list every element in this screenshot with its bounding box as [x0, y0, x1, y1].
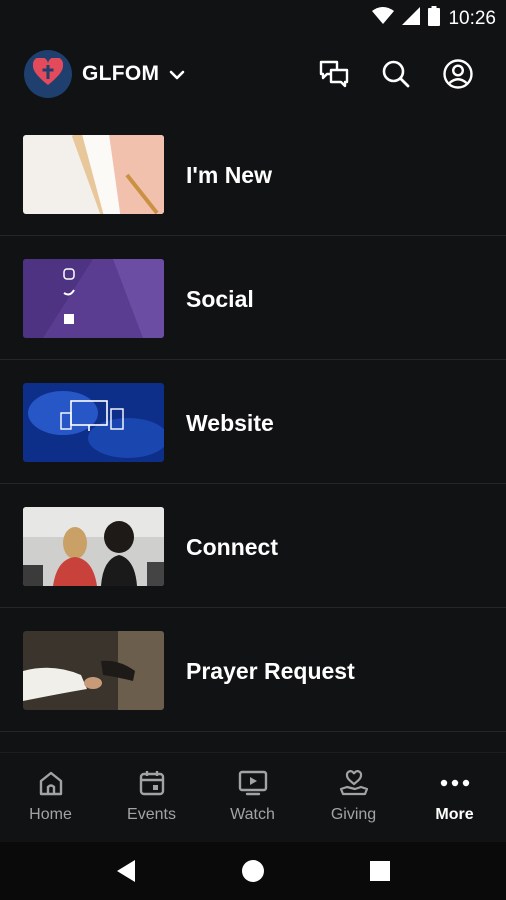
tab-label: Events — [127, 806, 176, 823]
people-image — [23, 507, 164, 586]
app-header: GLFOM — [0, 48, 506, 100]
list-item-label: Website — [186, 410, 274, 436]
giving-hand-heart-icon — [338, 767, 370, 799]
chevron-down-icon[interactable] — [166, 64, 188, 91]
tab-label: Home — [29, 806, 72, 823]
bottom-tab-bar: Home Events Watch Giving More — [0, 752, 506, 843]
search-icon[interactable] — [378, 56, 414, 92]
heart-cross-icon — [32, 56, 64, 91]
recents-square-icon[interactable] — [362, 853, 398, 889]
tab-label: More — [435, 806, 474, 823]
calendar-icon — [136, 767, 168, 799]
tab-giving[interactable]: Giving — [303, 753, 404, 843]
tab-more[interactable]: More — [404, 753, 505, 843]
signal-icon — [402, 7, 421, 30]
home-circle-icon[interactable] — [235, 853, 271, 889]
clock: 10:26 — [448, 7, 496, 29]
wifi-icon — [372, 7, 395, 30]
tab-home[interactable]: Home — [0, 753, 101, 843]
home-icon — [35, 767, 67, 799]
app-logo[interactable] — [24, 50, 72, 98]
list-item-prayer-request[interactable]: Prayer Request — [0, 608, 506, 732]
system-nav-bar — [0, 842, 506, 900]
status-bar: 10:26 — [0, 0, 506, 36]
menu-list: I'm New Social Website Connect Prayer Re… — [0, 112, 506, 732]
tab-events[interactable]: Events — [101, 753, 202, 843]
list-item-label: Prayer Request — [186, 658, 355, 684]
list-item-label: I'm New — [186, 162, 272, 188]
list-item-website[interactable]: Website — [0, 360, 506, 484]
play-screen-icon — [237, 767, 269, 799]
praying-hands-image — [23, 631, 164, 710]
list-item-im-new[interactable]: I'm New — [0, 112, 506, 236]
battery-icon — [428, 6, 441, 31]
list-item-connect[interactable]: Connect — [0, 484, 506, 608]
app-title[interactable]: GLFOM — [82, 62, 159, 86]
more-dots-icon — [439, 767, 471, 799]
list-item-social[interactable]: Social — [0, 236, 506, 360]
back-icon[interactable] — [108, 853, 144, 889]
tab-watch[interactable]: Watch — [202, 753, 303, 843]
tab-label: Watch — [230, 806, 275, 823]
papers-and-pen-image — [23, 135, 164, 214]
list-item-label: Connect — [186, 534, 278, 560]
tab-label: Giving — [330, 806, 377, 823]
account-icon[interactable] — [440, 56, 476, 92]
list-item-label: Social — [186, 286, 254, 312]
chat-icon[interactable] — [316, 56, 352, 92]
devices-image — [23, 383, 164, 462]
social-accounts-image — [23, 259, 164, 338]
